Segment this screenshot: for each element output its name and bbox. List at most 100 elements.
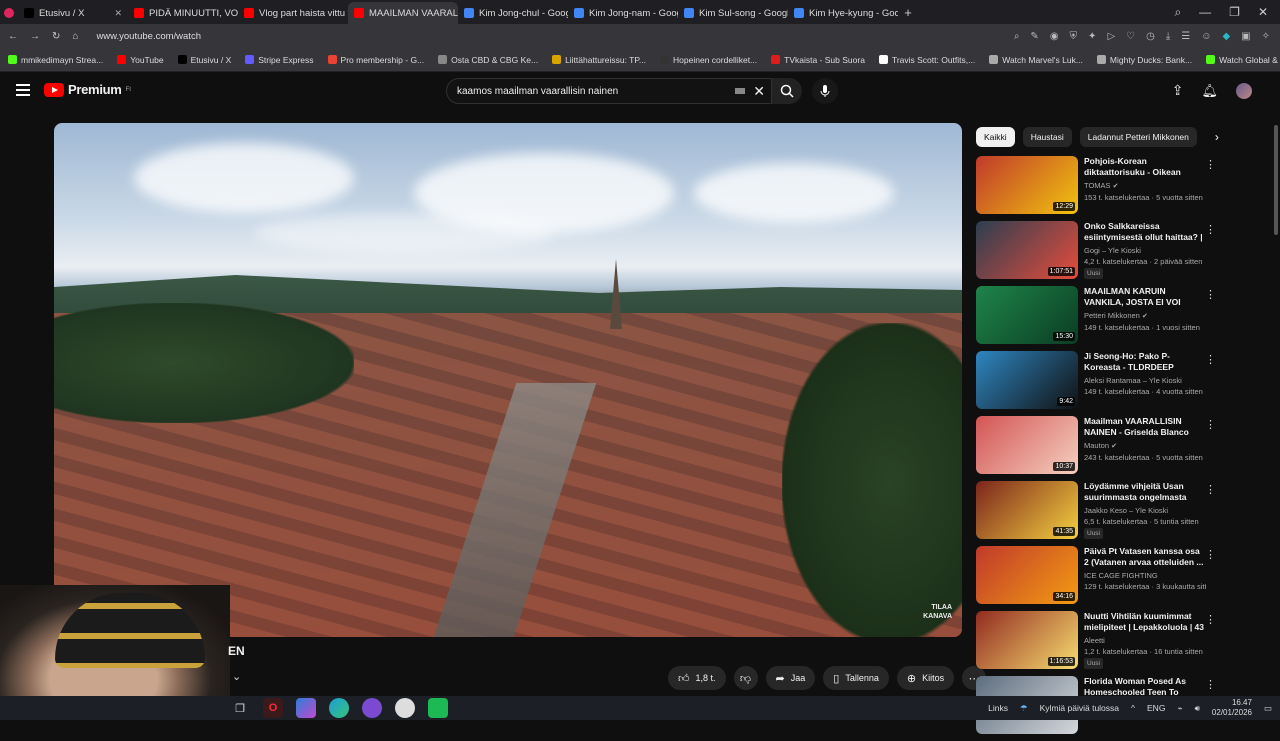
recommendation-item[interactable]: 1:16:53 Nuutti Vihtilän kuumimmat mielipi… [976,611,1226,676]
more-options-icon[interactable]: ⋮ [1205,223,1216,236]
video-thumbnail[interactable]: 1:16:53 [976,611,1078,669]
recommendation-item[interactable]: 12:29 Pohjois-Korean diktaattorisuku - Oi… [976,156,1226,221]
video-thumbnail[interactable]: 10:37 [976,416,1078,474]
save-button[interactable]: ▯ Tallenna [823,666,889,690]
recommendation-item[interactable]: 10:37 Maailman VAARALLISIN NAINEN - Grise… [976,416,1226,481]
chevron-down-icon[interactable]: ⌄ [232,670,241,683]
bookmark-item[interactable]: Mighty Ducks: Bank... [1096,55,1192,65]
bookmark-item[interactable]: Osta CBD & CBG Ke... [438,55,538,65]
maximize-icon[interactable]: ❐ [1229,5,1240,20]
edge-icon[interactable] [329,698,349,718]
weather-icon[interactable]: ☂ [1020,703,1028,714]
recommendation-item[interactable]: 15:30 MAAILMAN KARUIN VANKILA, JOSTA EI V… [976,286,1226,351]
task-view-icon[interactable]: ❐ [230,698,250,718]
channel-name[interactable]: Aleetti [1084,636,1105,645]
youtube-premium-logo[interactable]: Premium FI [44,82,131,97]
shield-icon[interactable]: ⛨ [1070,31,1078,42]
browser-tab[interactable]: Kim Sul-song - Google-h✕ [678,2,788,24]
browser-tab[interactable]: PIDÄ MINUUTTI, VOITA 20✕ [128,2,238,24]
heart-icon[interactable]: ♡ [1126,31,1135,42]
cube-icon[interactable]: ▣ [1241,31,1250,42]
copilot-icon[interactable] [296,698,316,718]
bookmark-item[interactable]: Stripe Express [245,55,314,65]
keyboard-icon[interactable] [735,88,746,94]
sidebar-icon[interactable]: ☰ [1181,31,1190,42]
more-options-icon[interactable]: ⋮ [1205,613,1216,626]
filter-chip[interactable]: Kaikki [976,127,1015,147]
recommendation-title[interactable]: Ji Seong-Ho: Pako P-Koreasta - TLDRDEEP [1084,351,1206,373]
browser-tab[interactable]: Kim Jong-chul - Google-h✕ [458,2,568,24]
share-button[interactable]: ➦ Jaa [765,666,816,690]
network-icon[interactable]: ⌁ [1177,703,1182,714]
search-input[interactable]: kaamos maailman vaarallisin nainen ✕ [446,78,772,104]
channel-name[interactable]: Aleksi Rantamaa – Yle Kioski [1084,376,1182,385]
profile-icon[interactable]: ☺ [1201,31,1211,42]
chevron-right-icon[interactable]: › [1215,130,1219,144]
screenshot-icon[interactable]: ✎ [1030,31,1038,42]
recommendation-title[interactable]: Pohjois-Korean diktaattorisuku - Oikean … [1084,156,1206,178]
more-options-icon[interactable]: ⋮ [1205,288,1216,301]
clock[interactable]: 16.47 02/01/2026 [1212,698,1252,718]
subscribe-watermark[interactable]: TILAA KANAVA [923,603,952,621]
history-icon[interactable]: ◷ [1146,31,1155,42]
home-icon[interactable]: ⌂ [72,31,78,42]
clear-search-icon[interactable]: ✕ [753,83,765,100]
recommendation-title[interactable]: Florida Woman Posed As Homeschooled Teen… [1084,676,1206,698]
account-avatar[interactable] [1236,82,1252,99]
browser-tab[interactable]: MAAILMAN VAARALLISIN✕ [348,2,458,24]
reload-icon[interactable]: ↻ [52,31,60,42]
video-thumbnail[interactable]: 9:42 [976,351,1078,409]
obs-icon[interactable] [362,698,382,718]
video-thumbnail[interactable]: 34:16 [976,546,1078,604]
weather-text[interactable]: Kylmiä päiviä tulossa [1040,703,1119,713]
thanks-button[interactable]: ⊕ Kiitos [896,666,955,690]
browser-tab[interactable]: Vlog part haista vittu tää✕ [238,2,348,24]
browser-tab[interactable]: Kim Jong-nam - Google-h✕ [568,2,678,24]
steam-icon[interactable] [395,698,415,718]
recommendation-title[interactable]: Onko Salkkareissa esiintymisestä ollut h… [1084,221,1206,243]
opera-gx-icon[interactable]: O [263,698,283,718]
recommendation-item[interactable]: 1:07:51 Onko Salkkareissa esiintymisestä … [976,221,1226,286]
bookmark-item[interactable]: mmikedimayn Strea... [8,55,103,65]
recommendation-title[interactable]: Löydämme vihjeitä Usan suurimmasta ongel… [1084,481,1206,503]
search-button[interactable] [772,78,802,104]
channel-name[interactable]: ICE CAGE FIGHTING [1084,571,1158,580]
close-tab-icon[interactable]: ✕ [114,8,122,19]
recommendation-title[interactable]: Maailman VAARALLISIN NAINEN - Griselda B… [1084,416,1206,438]
download-icon[interactable]: ⤓ [1166,31,1170,42]
bookmark-item[interactable]: Hopeinen cordelliket... [660,55,757,65]
filter-chip[interactable]: Ladannut Petteri Mikkonen [1079,127,1197,147]
url-field[interactable]: www.youtube.com/watch [96,31,201,42]
extension-icon[interactable]: ✦ [1088,31,1096,42]
recommendation-title[interactable]: MAAILMAN KARUIN VANKILA, JOSTA EI VOI VA… [1084,286,1206,308]
scrollbar[interactable] [1274,125,1278,235]
search-tabs-icon[interactable]: ⌕ [1174,5,1181,20]
bookmark-item[interactable]: Etusivu / X [177,55,231,65]
bookmark-item[interactable]: YouTube [117,55,164,65]
play-icon[interactable]: ▷ [1107,31,1115,42]
voice-search-button[interactable] [812,78,838,104]
bookmark-item[interactable]: Travis Scott: Outfits,... [878,55,975,65]
filter-chip[interactable]: Haustasi [1022,127,1072,147]
volume-icon[interactable]: 🔊︎ [1195,703,1200,714]
recommendation-title[interactable]: Nuutti Vihtilän kuumimmat mielipiteet | … [1084,611,1206,633]
like-button[interactable]: 👍︎ 1,8 t. [668,666,726,690]
browser-menu-icon[interactable] [0,2,18,24]
video-thumbnail[interactable]: 12:29 [976,156,1078,214]
bookmark-item[interactable]: Watch Global & Loc... [1206,55,1280,65]
camera-icon[interactable]: ◉ [1050,31,1059,42]
video-thumbnail[interactable]: 15:30 [976,286,1078,344]
bookmark-item[interactable]: Watch Marvel's Luk... [989,55,1083,65]
browser-tab[interactable]: Etusivu / X ✕ [18,2,128,24]
search-icon[interactable]: ⌕ [1014,31,1020,42]
video-player[interactable]: TILAA KANAVA [54,123,962,637]
more-options-icon[interactable]: ⋮ [1205,418,1216,431]
channel-name[interactable]: Gogi – Yle Kioski [1084,246,1141,255]
hamburger-menu-icon[interactable] [16,84,30,96]
more-options-icon[interactable]: ⋮ [1205,483,1216,496]
bookmark-item[interactable]: Pro membership - G... [327,55,424,65]
notifications-bell-icon[interactable]: 🔔︎ [1201,83,1218,99]
channel-name[interactable]: Jaakko Keso – Yle Kioski [1084,506,1168,515]
ai-icon[interactable]: ✧ [1262,31,1270,42]
more-options-icon[interactable]: ⋮ [1205,353,1216,366]
